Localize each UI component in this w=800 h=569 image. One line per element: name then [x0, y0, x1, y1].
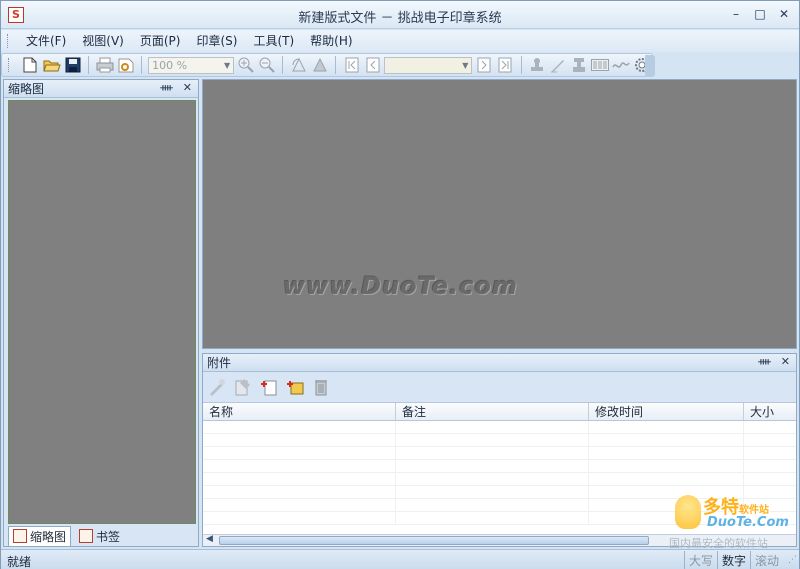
- column-header-name[interactable]: 名称: [203, 403, 396, 420]
- page-combo[interactable]: ▼: [384, 56, 473, 74]
- document-view[interactable]: www.DuoTe.com: [202, 79, 797, 349]
- status-indicators: 大写 数字 滚动: [683, 551, 783, 569]
- zoom-combo[interactable]: 100 % ▼: [148, 56, 235, 74]
- menu-tools[interactable]: 工具(T): [245, 30, 302, 52]
- panel-header-buttons: ᚓ ✕: [758, 355, 790, 368]
- bookmark-tab-icon: [79, 529, 94, 543]
- chevron-down-icon: ▼: [224, 60, 231, 70]
- attachment-panel-header: 附件 ᚓ ✕: [203, 354, 796, 372]
- chevron-down-icon: ▼: [462, 60, 469, 70]
- column-header-modified[interactable]: 修改时间: [589, 403, 744, 420]
- attachment-panel-title: 附件: [207, 356, 232, 370]
- prev-page-icon[interactable]: [363, 55, 382, 75]
- attachment-edit-icon[interactable]: [207, 377, 227, 397]
- last-page-icon[interactable]: [495, 55, 514, 75]
- tab-thumbnails[interactable]: 缩略图: [8, 525, 72, 547]
- new-file-icon[interactable]: [21, 55, 40, 75]
- zoom-out-icon[interactable]: [257, 55, 276, 75]
- panel-close-icon[interactable]: ✕: [781, 355, 790, 368]
- add-folder-attachment-icon[interactable]: [285, 377, 305, 397]
- title-bar: S 新建版式文件 － 挑战电子印章系统 – □ ✕: [1, 1, 799, 29]
- window-title: 新建版式文件 － 挑战电子印章系统: [298, 11, 502, 26]
- app-window: S 新建版式文件 － 挑战电子印章系统 – □ ✕ 文件(F) 视图(V) 页面…: [0, 0, 800, 569]
- table-row: [203, 512, 796, 525]
- column-header-size[interactable]: 大小: [744, 403, 796, 420]
- close-button[interactable]: ✕: [775, 6, 793, 22]
- toolbar-separator: [282, 56, 284, 74]
- next-page-icon[interactable]: [474, 55, 493, 75]
- resize-grip-icon[interactable]: ⋰: [788, 555, 797, 565]
- left-panel-tabs: 缩略图 书签: [4, 525, 198, 547]
- toolbar-grip[interactable]: [8, 58, 11, 72]
- menu-help[interactable]: 帮助(H): [302, 30, 360, 52]
- horizontal-scrollbar[interactable]: ◀: [203, 534, 796, 546]
- stamp-icon[interactable]: [527, 55, 546, 75]
- window-controls: – □ ✕: [727, 6, 793, 22]
- open-folder-icon[interactable]: [42, 55, 61, 75]
- caps-lock-indicator: 大写: [683, 551, 717, 569]
- menu-grip[interactable]: [7, 34, 10, 48]
- rotate-right-icon[interactable]: [310, 55, 329, 75]
- menu-seal[interactable]: 印章(S): [188, 30, 245, 52]
- first-page-icon[interactable]: [342, 55, 361, 75]
- scroll-left-icon[interactable]: ◀: [206, 534, 213, 544]
- main-toolbar: 100 % ▼ ▼: [1, 53, 653, 77]
- thumbnail-panel-title: 缩略图: [8, 82, 45, 96]
- pin-icon[interactable]: ᚓ: [160, 81, 173, 94]
- status-text: 就绪: [7, 555, 32, 569]
- print-icon[interactable]: [95, 55, 114, 75]
- panel-close-icon[interactable]: ✕: [183, 81, 192, 94]
- column-header-note[interactable]: 备注: [396, 403, 589, 420]
- table-row: [203, 460, 796, 473]
- table-row: [203, 486, 796, 499]
- attachment-table[interactable]: 名称 备注 修改时间 大小: [203, 402, 796, 534]
- scroll-lock-indicator: 滚动: [749, 551, 783, 569]
- tab-thumbnails-label: 缩略图: [30, 529, 67, 544]
- seal-verify-icon[interactable]: [570, 55, 589, 75]
- save-icon[interactable]: [63, 55, 82, 75]
- rotate-left-icon[interactable]: [289, 55, 308, 75]
- attachment-properties-icon[interactable]: [233, 377, 253, 397]
- zoom-in-icon[interactable]: [236, 55, 255, 75]
- signature-icon[interactable]: [549, 55, 568, 75]
- attachment-panel: 附件 ᚓ ✕ 名称 备注 修改时间 大小 ◀: [202, 353, 797, 547]
- site-watermark: www.DuoTe.com: [283, 272, 518, 300]
- handwrite-icon[interactable]: [612, 55, 631, 75]
- toolbar-separator: [335, 56, 337, 74]
- maximize-button[interactable]: □: [751, 6, 769, 22]
- table-row: [203, 499, 796, 512]
- num-lock-indicator: 数字: [716, 551, 750, 569]
- table-row: [203, 473, 796, 486]
- table-row: [203, 447, 796, 460]
- pin-icon[interactable]: ᚓ: [758, 355, 771, 368]
- menu-page[interactable]: 页面(P): [132, 30, 189, 52]
- attachment-toolbar: [205, 374, 331, 400]
- thumbnail-area[interactable]: [8, 100, 196, 524]
- toolbar-separator: [520, 56, 522, 74]
- add-attachment-icon[interactable]: [259, 377, 279, 397]
- print-preview-icon[interactable]: [116, 55, 135, 75]
- minimize-button[interactable]: –: [727, 6, 745, 22]
- panel-header-buttons: ᚓ ✕: [160, 81, 192, 94]
- tab-bookmarks-label: 书签: [96, 529, 121, 544]
- delete-attachment-icon[interactable]: [311, 377, 331, 397]
- thumbnail-tab-icon: [13, 529, 27, 543]
- menu-file[interactable]: 文件(F): [18, 30, 74, 52]
- zoom-value: 100 %: [152, 58, 188, 72]
- toolbar-separator: [141, 56, 143, 74]
- table-header: 名称 备注 修改时间 大小: [203, 403, 796, 421]
- toolbar-separator: [88, 56, 90, 74]
- menu-bar: 文件(F) 视图(V) 页面(P) 印章(S) 工具(T) 帮助(H): [1, 30, 799, 52]
- toolbar-overflow-button[interactable]: [645, 55, 655, 77]
- table-row: [203, 434, 796, 447]
- barcode-icon[interactable]: [591, 55, 610, 75]
- scrollbar-thumb[interactable]: [219, 536, 649, 545]
- thumbnail-panel: 缩略图 ᚓ ✕ 缩略图 书签: [3, 79, 199, 547]
- menu-view[interactable]: 视图(V): [74, 30, 132, 52]
- thumbnail-panel-header: 缩略图 ᚓ ✕: [4, 80, 198, 98]
- table-row: [203, 421, 796, 434]
- status-bar: 就绪 大写 数字 滚动 ⋰: [1, 549, 799, 569]
- tab-bookmarks[interactable]: 书签: [75, 527, 124, 546]
